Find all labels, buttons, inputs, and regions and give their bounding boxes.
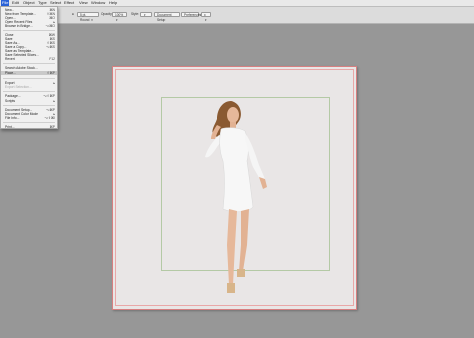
menu-item-print[interactable]: Print... ⌘P (1, 125, 57, 129)
menu-separator (3, 63, 55, 64)
opacity-label: Opacity: (101, 12, 113, 16)
menu-separator (3, 122, 55, 123)
menu-item-file-info[interactable]: File Info... ⌥⇧⌘I (1, 116, 57, 120)
menu-bar: File Edit Object Type Select Effect View… (0, 0, 474, 7)
menu-separator (3, 91, 55, 92)
opacity-input[interactable]: 100% (112, 12, 127, 17)
document-setup-button[interactable]: Document Setup (154, 12, 180, 22)
style-label: Style: (131, 12, 139, 16)
brush-preset-label: 5 pt. Round (80, 13, 90, 22)
preferences-button[interactable]: Preferences (181, 12, 202, 17)
menu-item-browse-bridge[interactable]: Browse in Bridge... ⌥⌘O (1, 24, 57, 28)
style-select[interactable] (140, 12, 152, 17)
arrange-documents-button[interactable]: ≡ (201, 12, 211, 17)
menu-item-package[interactable]: Package... ⌥⇧⌘P (1, 94, 57, 98)
document-setup-label: Document Setup (157, 13, 172, 22)
menu-item-place[interactable]: Place... ⇧⌘P (1, 71, 57, 75)
arrange-icon: ≡ (204, 13, 206, 17)
brush-preset-select[interactable]: 5 pt. Round (77, 12, 99, 22)
submenu-arrow-icon: ▸ (53, 99, 55, 103)
menu-window[interactable]: Window (90, 0, 106, 6)
menu-separator (3, 30, 55, 31)
menu-separator (3, 105, 55, 106)
menu-item-search-stock[interactable]: Search Adobe Stock... (1, 66, 57, 70)
opacity-value: 100% (115, 13, 124, 17)
preferences-label: Preferences (184, 13, 202, 17)
menu-item-scripts[interactable]: Scripts ▸ (1, 99, 57, 103)
menu-item-revert[interactable]: Revert F12 (1, 57, 57, 61)
menu-effect[interactable]: Effect (63, 0, 75, 6)
brush-dot-icon: ● (72, 12, 74, 16)
control-bar: ● 5 pt. Round Opacity: 100% Style: Docum… (0, 7, 474, 24)
menu-separator (3, 78, 55, 79)
menu-item-export-selection: Export Selection... (5, 85, 32, 89)
menu-help[interactable]: Help (108, 0, 118, 6)
placed-photo-woman[interactable] (195, 95, 275, 305)
menu-view[interactable]: View (78, 0, 89, 6)
file-menu: New... ⌘N New from Template... ⇧⌘N Open.… (0, 6, 58, 129)
